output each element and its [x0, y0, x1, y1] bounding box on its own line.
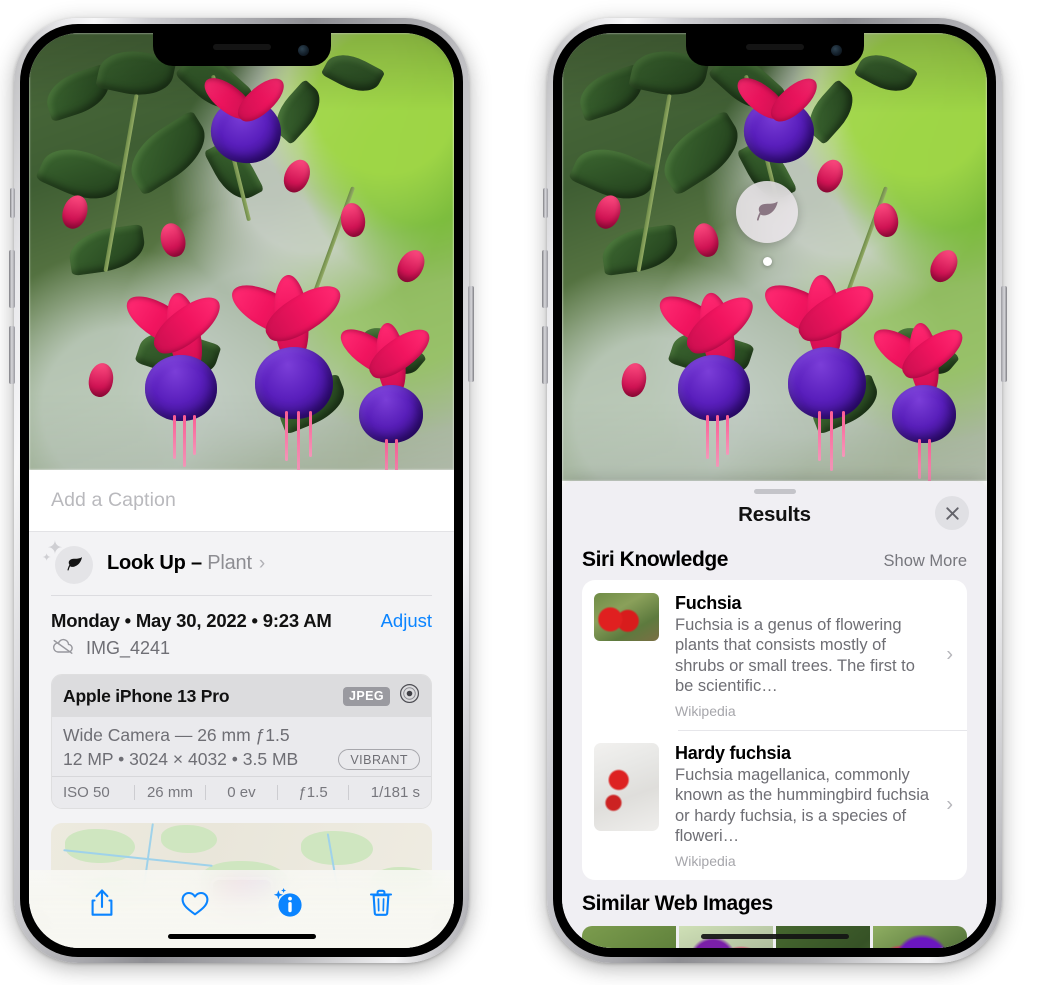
exif-card: Apple iPhone 13 Pro JPEG Wide Camera — 2… — [51, 674, 432, 809]
look-up-icon-wrap: ✦ ✦ — [42, 539, 93, 585]
look-up-subject: Plant — [207, 552, 252, 574]
side-power-button[interactable] — [468, 286, 474, 382]
volume-up-button[interactable] — [9, 250, 15, 308]
photographic-style-badge: VIBRANT — [338, 749, 420, 770]
photo-info-sheet: Add a Caption ✦ ✦ Look Up – Plant › Mond… — [29, 470, 454, 948]
sparkle-small-icon: ✦ — [42, 551, 52, 564]
exif-header-right: JPEG — [343, 683, 420, 709]
photo-viewer[interactable] — [29, 33, 454, 470]
exif-iso: ISO 50 — [63, 784, 110, 801]
knowledge-thumbnail — [594, 593, 659, 641]
knowledge-source: Wikipedia — [675, 702, 736, 719]
exif-shutter: 1/181 s — [370, 784, 420, 801]
front-camera — [830, 45, 842, 56]
knowledge-source: Wikipedia — [675, 852, 736, 869]
exif-header: Apple iPhone 13 Pro JPEG — [52, 675, 431, 717]
exif-aperture: ƒ1.5 — [298, 784, 328, 801]
iphone-left: Add a Caption ✦ ✦ Look Up – Plant › Mond… — [9, 18, 474, 963]
image-size-line: 12 MP • 3024 × 4032 • 3.5 MB — [63, 749, 299, 769]
lens-description: Wide Camera — 26 mm ƒ1.5 — [63, 725, 290, 745]
caption-field[interactable]: Add a Caption — [29, 470, 454, 532]
knowledge-card[interactable]: Hardy fuchsia Fuchsia magellanica, commo… — [582, 729, 967, 880]
results-title: Results — [738, 503, 811, 526]
lens-icon — [399, 683, 420, 709]
look-up-row[interactable]: ✦ ✦ Look Up – Plant › — [29, 532, 454, 595]
photo-vignette — [562, 33, 987, 481]
exif-size-row: 12 MP • 3024 × 4032 • 3.5 MB VIBRANT — [63, 749, 420, 770]
camera-device-name: Apple iPhone 13 Pro — [63, 685, 230, 706]
chevron-right-icon: › — [946, 793, 953, 816]
delete-button[interactable] — [360, 882, 402, 924]
knowledge-title: Fuchsia — [675, 593, 742, 613]
share-button[interactable] — [81, 882, 123, 924]
volume-down-button[interactable] — [9, 326, 15, 384]
favorite-button[interactable] — [174, 882, 216, 924]
chevron-right-icon: › — [946, 643, 953, 666]
silent-switch[interactable] — [543, 188, 548, 218]
exif-focal: 26 mm — [146, 784, 193, 801]
knowledge-description: Fuchsia magellanica, commonly known as t… — [675, 765, 930, 846]
visual-look-up-leaf-icon[interactable] — [736, 181, 798, 243]
notch — [152, 33, 331, 66]
volume-down-button[interactable] — [542, 326, 548, 384]
home-indicator[interactable] — [167, 934, 316, 939]
leaf-icon — [55, 545, 93, 584]
visual-look-up-anchor-dot — [763, 257, 772, 266]
similar-image[interactable] — [873, 925, 967, 948]
siri-knowledge-cards: Fuchsia Fuchsia is a genus of flowering … — [582, 580, 967, 880]
notch — [685, 33, 864, 66]
front-camera — [297, 45, 309, 56]
phone-bezel-right: Results Siri Knowledge Show More Fuchsia… — [553, 24, 996, 957]
chevron-right-icon: › — [258, 552, 266, 574]
similar-web-images-header: Similar Web Images — [562, 880, 987, 924]
siri-knowledge-header: Siri Knowledge Show More — [562, 536, 987, 580]
volume-up-button[interactable] — [542, 250, 548, 308]
knowledge-description: Fuchsia is a genus of flowering plants t… — [675, 616, 915, 696]
cloud-slash-icon — [51, 637, 75, 660]
knowledge-thumbnail — [594, 742, 659, 831]
home-indicator[interactable] — [700, 934, 849, 939]
exif-settings-row: ISO 50 26 mm 0 ev ƒ1.5 1/181 s — [52, 776, 431, 808]
siri-knowledge-title: Siri Knowledge — [582, 548, 729, 571]
similar-web-images-title: Similar Web Images — [582, 891, 773, 915]
photo-vignette — [29, 33, 454, 470]
photo-datetime: Monday • May 30, 2022 • 9:23 AM — [51, 610, 332, 631]
adjust-button[interactable]: Adjust — [381, 610, 432, 632]
knowledge-text: Hardy fuchsia Fuchsia magellanica, commo… — [675, 743, 955, 869]
info-button[interactable] — [267, 882, 309, 924]
iphone-right: Results Siri Knowledge Show More Fuchsia… — [542, 18, 1007, 963]
earpiece-speaker — [745, 44, 804, 50]
silent-switch[interactable] — [10, 188, 15, 218]
knowledge-card[interactable]: Fuchsia Fuchsia is a genus of flowering … — [582, 580, 967, 730]
screen-left: Add a Caption ✦ ✦ Look Up – Plant › Mond… — [29, 33, 454, 948]
show-more-button[interactable]: Show More — [884, 552, 967, 571]
phone-bezel-left: Add a Caption ✦ ✦ Look Up – Plant › Mond… — [20, 24, 463, 957]
look-up-title: Look Up – — [107, 552, 202, 574]
results-header: Results — [562, 494, 987, 536]
file-name: IMG_4241 — [86, 638, 171, 658]
file-row: IMG_4241 — [29, 632, 454, 660]
exif-body: Wide Camera — 26 mm ƒ1.5 12 MP • 3024 × … — [52, 717, 431, 776]
side-power-button[interactable] — [1001, 286, 1007, 382]
date-row: Monday • May 30, 2022 • 9:23 AM Adjust — [29, 596, 454, 632]
similar-image[interactable] — [582, 925, 676, 948]
knowledge-title: Hardy fuchsia — [675, 742, 791, 763]
close-icon[interactable] — [935, 496, 969, 530]
screenshot-stage: Add a Caption ✦ ✦ Look Up – Plant › Mond… — [0, 0, 1055, 985]
caption-placeholder: Add a Caption — [51, 489, 176, 511]
results-sheet: Results Siri Knowledge Show More Fuchsia… — [562, 481, 987, 948]
look-up-label: Look Up – Plant — [107, 552, 252, 575]
knowledge-text: Fuchsia Fuchsia is a genus of flowering … — [675, 593, 955, 719]
photo-viewer[interactable] — [562, 33, 987, 481]
earpiece-speaker — [212, 44, 271, 50]
format-badge: JPEG — [343, 686, 390, 706]
exif-exposure: 0 ev — [227, 784, 256, 801]
screen-right: Results Siri Knowledge Show More Fuchsia… — [562, 33, 987, 948]
